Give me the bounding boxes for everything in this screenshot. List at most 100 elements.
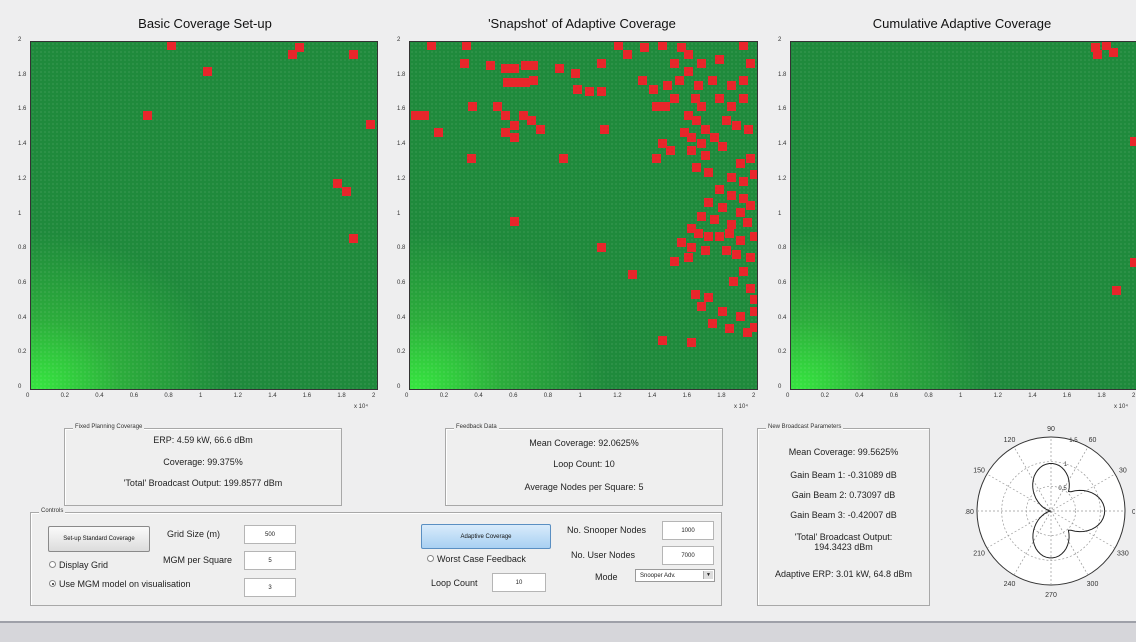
coverage-hole	[657, 42, 667, 51]
adaptive-coverage-button[interactable]: Adaptive Coverage	[421, 524, 551, 549]
coverage-hole	[652, 154, 662, 164]
coverage-hole	[718, 202, 728, 212]
coverage-hole	[726, 190, 736, 200]
coverage-hole	[683, 50, 693, 60]
coverage-hole	[690, 289, 700, 299]
coverage-hole	[1112, 286, 1122, 296]
third-value-input[interactable]: 3	[244, 578, 296, 597]
coverage-hole	[628, 270, 638, 280]
coverage-hole	[704, 293, 714, 303]
coverage-hole	[746, 154, 756, 164]
plot-title-basic: Basic Coverage Set-up	[138, 16, 272, 31]
x-tick-label: 0.8	[164, 393, 173, 399]
coverage-hole	[714, 185, 724, 195]
x-tick-label: 1.8	[337, 393, 346, 399]
y-tick-label: 0.8	[18, 245, 27, 252]
coverage-hole	[501, 110, 511, 120]
coverage-hole	[749, 306, 757, 316]
x-tick-label: 2	[372, 393, 376, 399]
x-tick-label: 1.4	[268, 393, 277, 399]
coverage-hole	[707, 76, 717, 86]
coverage-hole	[714, 232, 724, 242]
coverage-hole	[529, 60, 539, 70]
polar-angle-label: 180	[965, 509, 974, 516]
coverage-hole	[739, 76, 749, 86]
x-tick-label: 0	[26, 393, 30, 399]
coverage-hole	[466, 154, 476, 164]
display-grid-radio[interactable]	[49, 561, 56, 568]
coverage-hole	[704, 168, 714, 178]
x-tick-label: 1.8	[1097, 393, 1106, 399]
user-nodes-input[interactable]: 7000	[662, 546, 714, 565]
coverage-hole	[468, 102, 478, 112]
x-tick-label: 0.4	[855, 393, 864, 399]
coverage-hole	[203, 67, 213, 77]
coverage-hole	[652, 102, 662, 112]
coverage-hole	[746, 58, 756, 68]
loop-count-label: Loop Count	[431, 578, 478, 588]
mode-select[interactable]: Snooper Adv. ▼	[635, 569, 715, 582]
coverage-hole	[735, 159, 745, 169]
grid-size-input[interactable]: 500	[244, 525, 296, 544]
coverage-hole	[142, 110, 152, 120]
x-tick-label: 1.6	[302, 393, 312, 399]
y-tick-label: 2	[18, 37, 22, 43]
coverage-hole	[510, 121, 520, 131]
setup-standard-coverage-button[interactable]: Set-up Standard Coverage	[48, 526, 150, 552]
coverage-hole	[1108, 48, 1118, 58]
coverage-hole	[511, 77, 521, 87]
y-tick-label: 2	[397, 37, 401, 43]
y-tick-label: 1.8	[778, 71, 787, 78]
coverage-hole	[520, 77, 530, 87]
coverage-hole	[687, 145, 697, 155]
snooper-nodes-input[interactable]: 1000	[662, 521, 714, 540]
polar-radius-label: 0.5	[1058, 486, 1067, 492]
x-tick-label: 0	[786, 393, 790, 399]
fixed-erp-text: ERP: 4.59 kW, 66.6 dBm	[153, 435, 253, 445]
use-mgm-radio[interactable]	[49, 580, 56, 587]
coverage-hole	[726, 102, 736, 112]
coverage-hole	[640, 43, 650, 53]
coverage-hole	[510, 216, 520, 226]
coverage-hole	[485, 60, 495, 70]
coverage-hole	[704, 232, 714, 242]
y-tick-label: 0.8	[397, 245, 406, 252]
x-tick-label: 1.4	[647, 393, 657, 399]
coverage-hole	[735, 312, 745, 322]
coverage-hole	[411, 110, 421, 120]
y-tick-label: 1.2	[18, 175, 27, 182]
y-tick-label: 1.6	[778, 106, 787, 113]
coverage-hole	[749, 322, 757, 332]
coverage-hole	[501, 128, 511, 138]
coverage-hole	[1093, 50, 1103, 60]
coverage-hole	[348, 50, 358, 60]
coverage-hole	[739, 176, 749, 186]
coverage-hole	[687, 242, 697, 252]
coverage-hole	[749, 169, 757, 179]
coverage-hole	[295, 43, 305, 53]
worst-case-radio[interactable]	[427, 555, 434, 562]
coverage-hole	[694, 228, 703, 238]
polar-angle-label: 240	[1004, 581, 1016, 588]
gain-beam-2-text: Gain Beam 2: 0.73097 dB	[791, 490, 896, 500]
coverage-hole	[697, 58, 707, 68]
taskbar	[0, 621, 1136, 642]
coverage-hole	[596, 86, 606, 96]
polar-angle-label: 330	[1117, 551, 1129, 558]
coverage-hole	[718, 142, 728, 152]
coverage-hole	[721, 246, 731, 256]
polar-angle-label: 0	[1132, 509, 1135, 516]
mgm-per-square-input[interactable]: 5	[244, 551, 296, 570]
y-tick-label: 1.8	[397, 71, 406, 78]
grid-size-label: Grid Size (m)	[167, 529, 221, 539]
polar-angle-label: 300	[1087, 581, 1099, 588]
coverage-hole	[459, 58, 469, 68]
coverage-hole	[739, 42, 749, 51]
coverage-hole	[704, 197, 714, 207]
coverage-hole	[709, 133, 719, 143]
x-tick-label: 1.6	[682, 393, 691, 399]
coverage-hole	[536, 124, 546, 134]
coverage-hole	[510, 133, 520, 143]
coverage-hole	[700, 246, 710, 256]
loop-count-input[interactable]: 10	[492, 573, 546, 592]
